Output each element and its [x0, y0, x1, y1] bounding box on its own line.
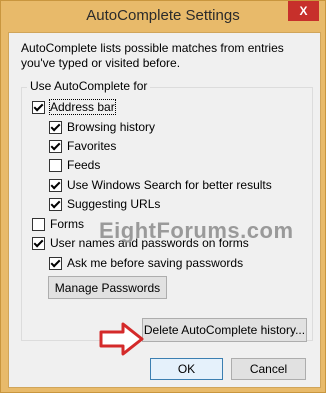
ok-button[interactable]: OK: [150, 358, 223, 380]
address-bar-checkbox[interactable]: [32, 100, 45, 114]
close-button[interactable]: X: [288, 1, 319, 21]
ask-before-saving-checkbox[interactable]: [49, 256, 62, 270]
favorites-label: Favorites: [67, 139, 117, 153]
browsing-history-checkbox[interactable]: [49, 120, 62, 134]
delete-autocomplete-history-button[interactable]: Delete AutoComplete history...: [142, 318, 307, 342]
site-watermark: EightForums.com: [99, 218, 294, 243]
windows-search-option[interactable]: Use Windows Search for better results: [49, 177, 272, 193]
suggesting-urls-label: Suggesting URLs: [67, 197, 161, 211]
address-bar-option[interactable]: Address bar: [32, 99, 116, 115]
favorites-option[interactable]: Favorites: [49, 138, 116, 154]
address-bar-label: Address bar: [49, 99, 116, 115]
close-icon: X: [299, 4, 308, 18]
description-text: AutoComplete lists possible matches from…: [21, 41, 284, 70]
windows-search-checkbox[interactable]: [49, 178, 62, 192]
dialog-body: AutoComplete lists possible matches from…: [8, 32, 321, 388]
window-title: AutoComplete Settings: [86, 7, 240, 24]
red-arrow-icon: [99, 322, 144, 356]
favorites-checkbox[interactable]: [49, 139, 62, 153]
group-label: Use AutoComplete for: [27, 79, 151, 93]
browsing-history-label: Browsing history: [67, 120, 156, 134]
title-bar[interactable]: AutoComplete Settings X: [1, 1, 325, 33]
suggesting-urls-checkbox[interactable]: [49, 197, 62, 211]
suggesting-urls-option[interactable]: Suggesting URLs: [49, 196, 160, 212]
forms-option[interactable]: Forms: [32, 216, 84, 232]
windows-search-label: Use Windows Search for better results: [67, 178, 272, 192]
feeds-option[interactable]: Feeds: [49, 157, 100, 173]
forms-checkbox[interactable]: [32, 217, 45, 231]
forms-label: Forms: [50, 217, 84, 231]
feeds-label: Feeds: [67, 158, 101, 172]
ask-before-saving-label: Ask me before saving passwords: [67, 256, 244, 270]
ask-before-saving-option[interactable]: Ask me before saving passwords: [49, 255, 243, 271]
user-names-passwords-checkbox[interactable]: [32, 236, 45, 250]
feeds-checkbox[interactable]: [49, 158, 62, 172]
cancel-button[interactable]: Cancel: [231, 358, 306, 380]
browsing-history-option[interactable]: Browsing history: [49, 119, 155, 135]
autocomplete-settings-window: AutoComplete Settings X AutoComplete lis…: [0, 0, 326, 393]
manage-passwords-button[interactable]: Manage Passwords: [48, 276, 167, 299]
